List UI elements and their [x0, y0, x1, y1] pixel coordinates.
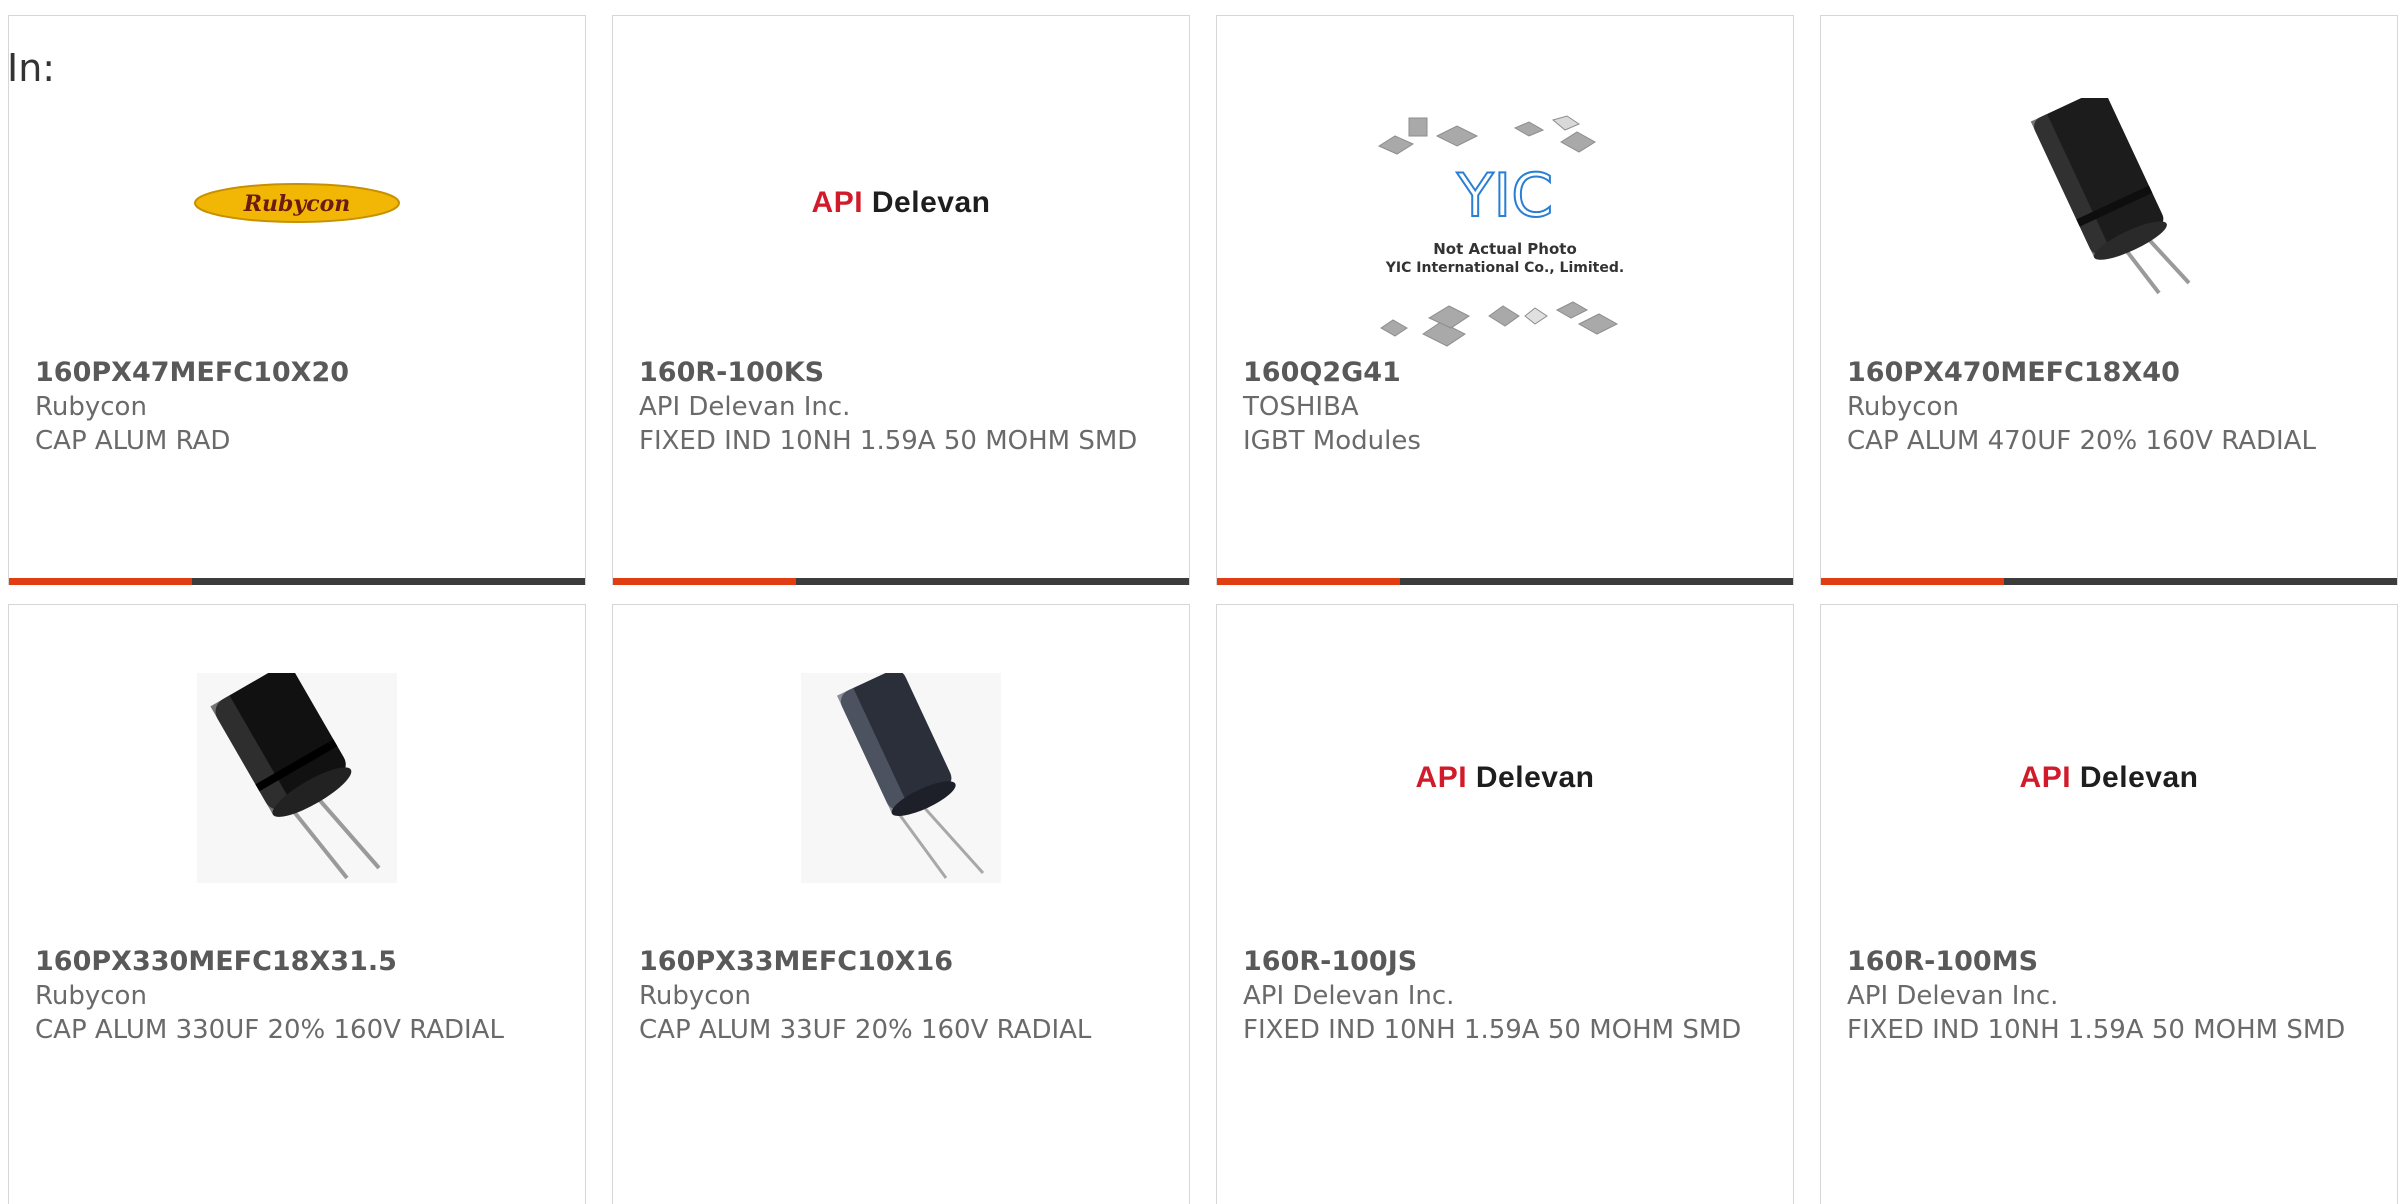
description: CAP ALUM 33UF 20% 160V RADIAL — [639, 1015, 1092, 1045]
capacitor-photo-icon — [197, 673, 397, 883]
part-number-link[interactable]: 160R-100KS — [639, 356, 1169, 390]
card-accent-bar — [1217, 578, 1793, 585]
manufacturer: Rubycon — [639, 981, 751, 1011]
svg-text:YIC International Co., Limited: YIC International Co., Limited. — [1385, 260, 1624, 276]
api-delevan-logo-icon: API Delevan — [2019, 761, 2199, 794]
product-card[interactable]: 160PX33MEFC10X16 Rubycon CAP ALUM 33UF 2… — [612, 604, 1190, 1204]
part-number-link[interactable]: 160R-100JS — [1243, 945, 1773, 979]
product-card[interactable]: YIC Not Actual Photo YIC International C… — [1216, 15, 1794, 585]
card-accent-bar — [9, 578, 585, 585]
card-accent-bar — [1821, 578, 2397, 585]
product-card[interactable]: API Delevan 160R-100MS API Delevan Inc. … — [1820, 604, 2398, 1204]
api-delevan-logo-icon: API Delevan — [1415, 761, 1595, 794]
product-card[interactable]: 160PX330MEFC18X31.5 Rubycon CAP ALUM 330… — [8, 604, 586, 1204]
product-card[interactable]: 160PX470MEFC18X40 Rubycon CAP ALUM 470UF… — [1820, 15, 2398, 585]
part-number-link[interactable]: 160PX47MEFC10X20 — [35, 356, 565, 390]
product-image[interactable] — [9, 663, 585, 893]
manufacturer: Rubycon — [1847, 392, 1959, 422]
manufacturer: TOSHIBA — [1243, 392, 1359, 422]
description: IGBT Modules — [1243, 426, 1421, 456]
product-card[interactable]: API Delevan 160R-100JS API Delevan Inc. … — [1216, 604, 1794, 1204]
api-delevan-logo-icon: API Delevan — [811, 186, 991, 219]
description: FIXED IND 10NH 1.59A 50 MOHM SMD — [1847, 1015, 2346, 1045]
capacitor-photo-icon — [801, 673, 1001, 883]
product-image[interactable]: API Delevan — [1217, 663, 1793, 893]
svg-text:YIC: YIC — [1456, 161, 1553, 231]
manufacturer: API Delevan Inc. — [639, 392, 851, 422]
svg-text:Rubycon: Rubycon — [243, 191, 351, 217]
part-number-link[interactable]: 160R-100MS — [1847, 945, 2377, 979]
product-card[interactable]: API Delevan 160R-100KS API Delevan Inc. … — [612, 15, 1190, 585]
product-image[interactable]: API Delevan — [1821, 663, 2397, 893]
rubycon-logo-icon: Rubycon — [194, 183, 400, 223]
description: CAP ALUM 470UF 20% 160V RADIAL — [1847, 426, 2316, 456]
product-image[interactable] — [613, 663, 1189, 893]
manufacturer: Rubycon — [35, 392, 147, 422]
product-image[interactable]: Rubycon — [9, 88, 585, 318]
manufacturer: API Delevan Inc. — [1847, 981, 2059, 1011]
capacitor-photo-icon — [2030, 98, 2191, 295]
product-image[interactable]: YIC Not Actual Photo YIC International C… — [1217, 106, 1793, 356]
in-label: In: — [7, 46, 56, 90]
svg-text:Not Actual Photo: Not Actual Photo — [1433, 240, 1577, 258]
product-image[interactable] — [1821, 88, 2397, 318]
product-image[interactable]: API Delevan — [613, 88, 1189, 318]
product-card[interactable]: Rubycon 160PX47MEFC10X20 Rubycon CAP ALU… — [8, 15, 586, 585]
part-number-link[interactable]: 160PX33MEFC10X16 — [639, 945, 1169, 979]
description: FIXED IND 10NH 1.59A 50 MOHM SMD — [639, 426, 1138, 456]
description: CAP ALUM 330UF 20% 160V RADIAL — [35, 1015, 504, 1045]
card-accent-bar — [613, 578, 1189, 585]
part-number-link[interactable]: 160Q2G41 — [1243, 356, 1773, 390]
manufacturer: API Delevan Inc. — [1243, 981, 1455, 1011]
part-number-link[interactable]: 160PX470MEFC18X40 — [1847, 356, 2377, 390]
part-number-link[interactable]: 160PX330MEFC18X31.5 — [35, 945, 565, 979]
description: CAP ALUM RAD — [35, 426, 231, 456]
description: FIXED IND 10NH 1.59A 50 MOHM SMD — [1243, 1015, 1742, 1045]
manufacturer: Rubycon — [35, 981, 147, 1011]
chip-placeholder-icon: YIC Not Actual Photo YIC International C… — [1377, 115, 1624, 347]
